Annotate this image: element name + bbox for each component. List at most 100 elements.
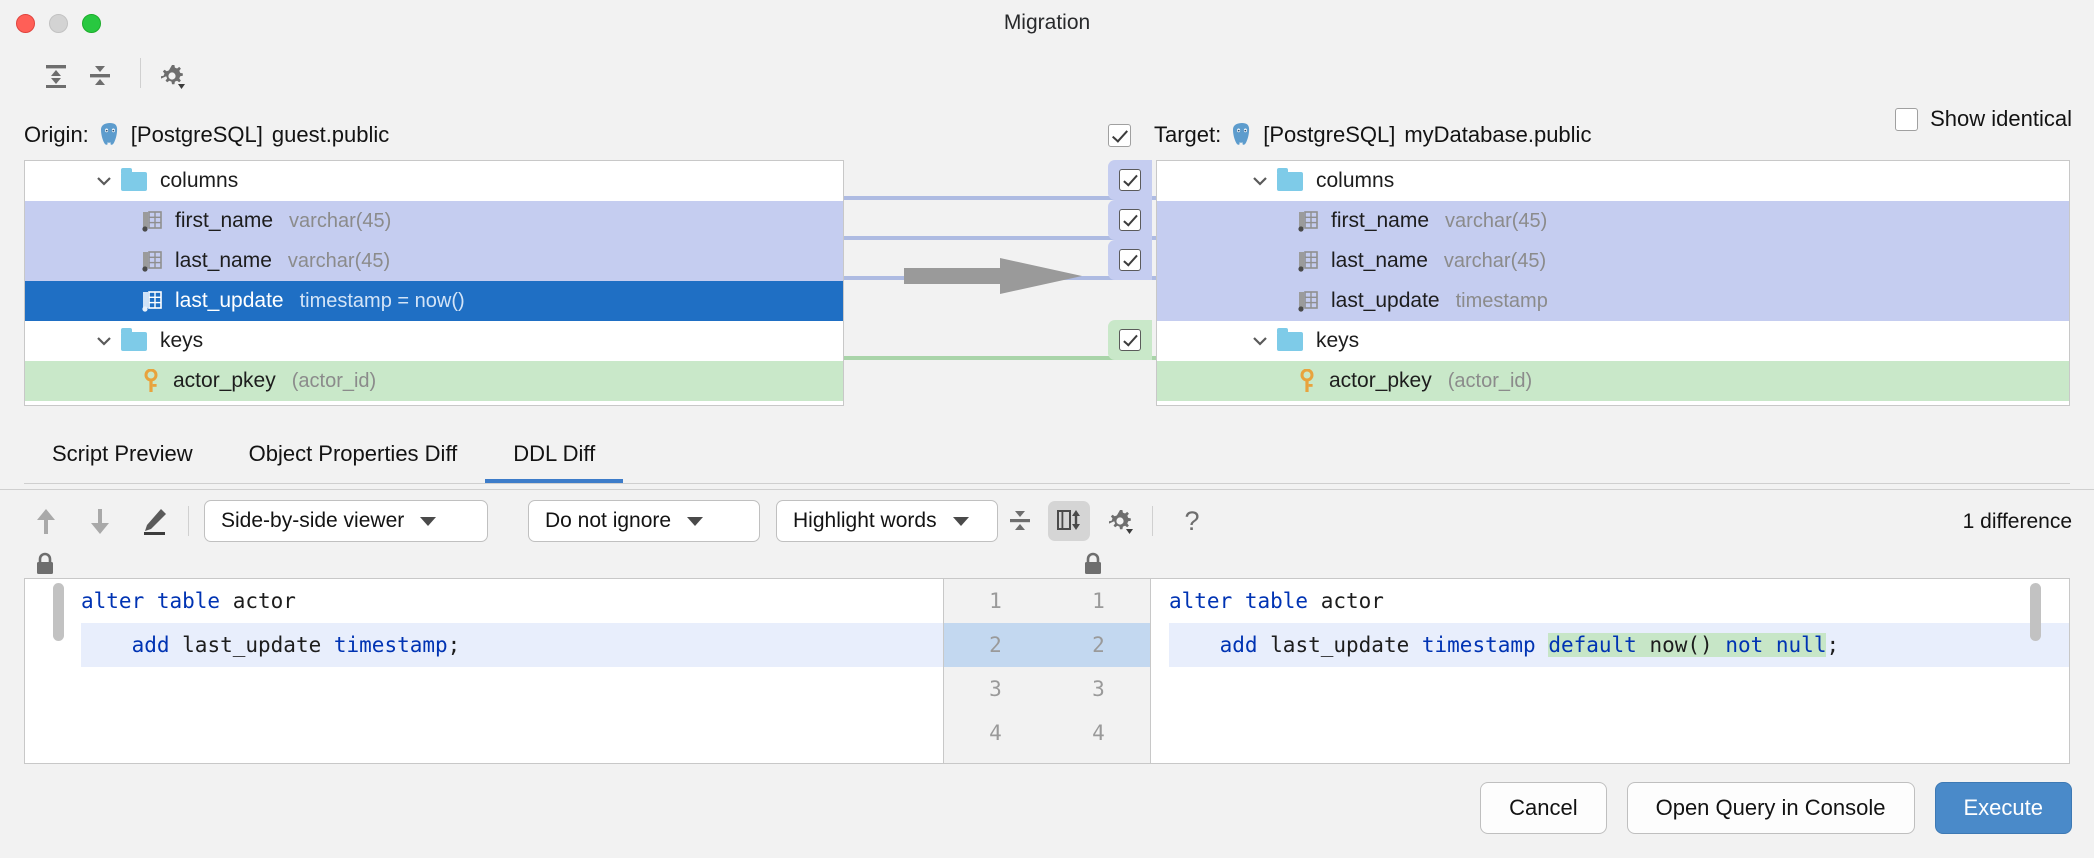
tree-row-name: keys [160, 329, 204, 352]
origin-header: Origin: [PostgreSQL] guest.public [24, 122, 389, 148]
tree-row-last-name[interactable]: last_name varchar(45) [1157, 241, 2069, 281]
tree-row-last-name[interactable]: last_name varchar(45) [25, 241, 843, 281]
code-line[interactable] [81, 711, 943, 755]
diff-toolbar-divider [188, 506, 189, 536]
target-ddl-editor[interactable]: alter table actor add last_update timest… [1150, 578, 2070, 764]
diff-line-number-gutter: 11223344 [944, 578, 1150, 764]
tree-row-actor-pkey[interactable]: actor_pkey (actor_id) [25, 361, 843, 401]
editor-scrollbar[interactable] [2030, 583, 2041, 641]
chevron-down-icon[interactable] [93, 330, 115, 352]
tree-row-name: last_update [1331, 289, 1440, 312]
tab-object-properties-diff[interactable]: Object Properties Diff [221, 424, 486, 484]
migrate-direction-arrow-icon [904, 258, 1082, 294]
gutter-line-number-left: 3 [989, 677, 1002, 701]
tree-row-name: columns [160, 169, 239, 192]
highlight-mode-dropdown[interactable]: Highlight words [776, 500, 998, 542]
checkbox-box[interactable] [1119, 209, 1141, 231]
code-token: add [131, 633, 183, 657]
cancel-button[interactable]: Cancel [1480, 782, 1607, 834]
folder-icon [121, 327, 147, 351]
ignore-mode-dropdown[interactable]: Do not ignore [528, 500, 760, 542]
code-token: actor [1320, 589, 1384, 613]
code-line[interactable] [1169, 711, 2069, 755]
checkbox-box[interactable] [1119, 329, 1141, 351]
gutter-line-number-left: 4 [989, 721, 1002, 745]
tree-row-first-name[interactable]: first_name varchar(45) [1157, 201, 2069, 241]
gear-icon[interactable] [1100, 501, 1140, 541]
synchronize-scroll-icon[interactable] [1048, 501, 1090, 541]
folder-icon [1277, 167, 1303, 191]
chevron-down-icon[interactable] [93, 170, 115, 192]
lock-icon[interactable] [34, 552, 56, 576]
code-token: alter table [1169, 589, 1321, 613]
target-enabled-checkbox[interactable] [1108, 123, 1131, 147]
arrow-up-icon[interactable] [26, 501, 66, 541]
chevron-down-icon[interactable] [1249, 330, 1271, 352]
show-identical-box[interactable] [1895, 107, 1919, 131]
gutter-line-number-right: 4 [1092, 721, 1105, 745]
tree-row-last-update[interactable]: last_update timestamp = now() [25, 281, 843, 321]
open-query-in-console-button[interactable]: Open Query in Console [1626, 782, 1915, 834]
dialog-footer: Cancel Open Query in Console Execute [1480, 782, 2072, 834]
chevron-down-icon [687, 516, 704, 526]
column-icon [142, 251, 162, 272]
code-line[interactable] [81, 667, 943, 711]
target-row-checkbox-actor-pkey[interactable] [1108, 320, 1152, 360]
chevron-down-icon[interactable] [1249, 170, 1271, 192]
column-icon [1298, 251, 1318, 272]
gutter-line-number-left: 2 [989, 633, 1002, 657]
code-line[interactable]: alter table actor [1169, 579, 2069, 623]
code-token: default [1548, 633, 1650, 657]
tree-row-last-update[interactable]: last_update timestamp [1157, 281, 2069, 321]
target-label: Target: [1154, 122, 1222, 147]
target-row-checkbox-first-name[interactable] [1108, 160, 1152, 200]
tree-row-columns[interactable]: columns [1157, 161, 2069, 201]
editor-scrollbar[interactable] [53, 583, 64, 641]
tree-row-name: keys [1316, 329, 1360, 352]
gutter-line-number-right: 2 [1092, 633, 1105, 657]
origin-ddl-editor[interactable]: alter table actor add last_update timest… [24, 578, 944, 764]
pencil-icon[interactable] [134, 501, 174, 541]
key-icon [144, 369, 158, 392]
tree-row-type: timestamp [1455, 289, 1548, 312]
tab-ddl-diff[interactable]: DDL Diff [485, 424, 624, 484]
expand-all-icon[interactable] [36, 54, 76, 94]
code-line[interactable] [1169, 667, 2069, 711]
tree-row-name: last_name [1331, 249, 1428, 272]
code-token: timestamp [1421, 633, 1549, 657]
tree-row-type: timestamp = now() [299, 289, 465, 312]
checkbox-box[interactable] [1119, 169, 1141, 191]
code-line[interactable]: add last_update timestamp default now() … [1169, 623, 2069, 667]
chevron-down-icon [952, 516, 969, 526]
origin-schema: guest.public [271, 122, 390, 147]
execute-button[interactable]: Execute [1934, 782, 2072, 834]
origin-tree[interactable]: columns first_name varchar(45) last_name var… [24, 160, 844, 406]
gear-icon[interactable] [152, 54, 192, 94]
tree-row-first-name[interactable]: first_name varchar(45) [25, 201, 843, 241]
tree-row-name: columns [1316, 169, 1395, 192]
viewer-mode-dropdown[interactable]: Side-by-side viewer [204, 500, 488, 542]
collapse-all-icon[interactable] [80, 54, 120, 94]
tree-row-type: (actor_id) [291, 369, 377, 392]
target-tree[interactable]: columns first_name varchar(45) last_name var… [1156, 160, 2070, 406]
tree-row-keys[interactable]: keys [25, 321, 843, 361]
gutter-line-number-right: 1 [1092, 589, 1105, 613]
tree-row-actor-pkey[interactable]: actor_pkey (actor_id) [1157, 361, 2069, 401]
show-identical-checkbox[interactable]: Show identical [1895, 101, 2072, 137]
difference-count: 1 difference [1962, 510, 2072, 533]
target-row-checkbox-last-update[interactable] [1108, 240, 1152, 280]
target-row-checkbox-last-name[interactable] [1108, 200, 1152, 240]
gutter-row: 33 [944, 667, 1150, 711]
tree-row-type: varchar(45) [1445, 209, 1548, 232]
code-line[interactable]: alter table actor [81, 579, 943, 623]
help-icon[interactable]: ? [1172, 501, 1212, 541]
tree-row-keys[interactable]: keys [1157, 321, 2069, 361]
tree-row-columns[interactable]: columns [25, 161, 843, 201]
lock-icon[interactable] [1082, 552, 1104, 576]
collapse-unchanged-icon[interactable] [1000, 501, 1040, 541]
code-token: ; [447, 633, 461, 657]
code-line[interactable]: add last_update timestamp; [81, 623, 943, 667]
checkbox-box[interactable] [1119, 249, 1141, 271]
arrow-down-icon[interactable] [80, 501, 120, 541]
tab-script-preview[interactable]: Script Preview [24, 424, 221, 484]
